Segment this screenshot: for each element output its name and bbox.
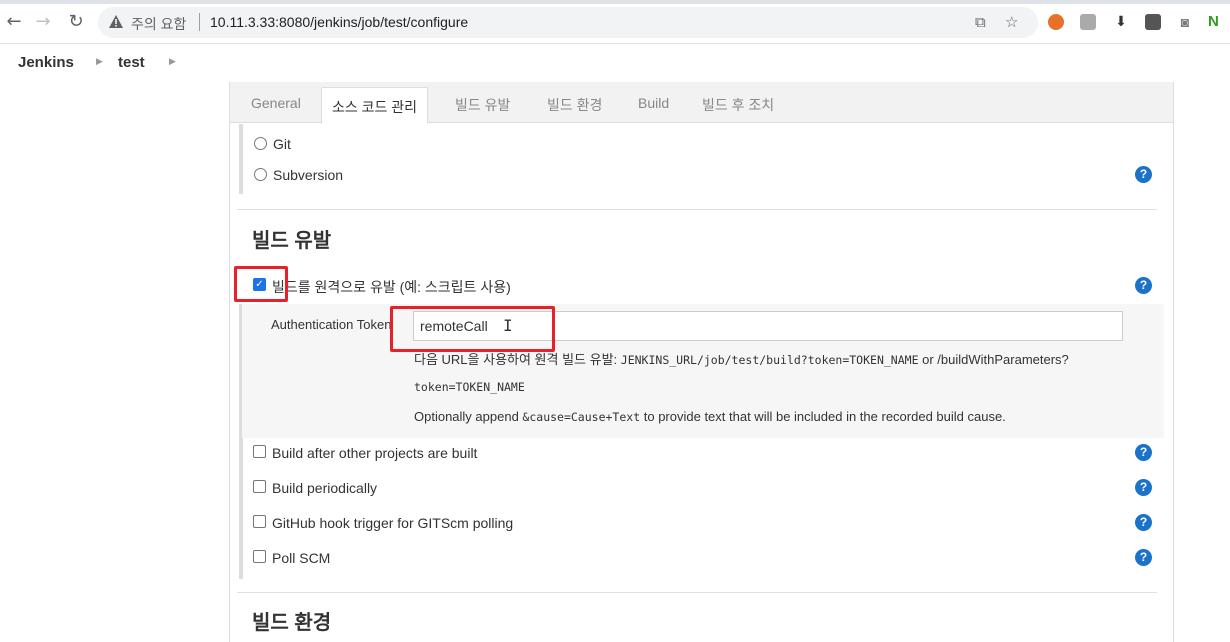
tab-post-build[interactable]: 빌드 후 조치 xyxy=(702,95,774,115)
hint-append-prefix: Optionally append xyxy=(414,409,523,424)
breadcrumb-arrow-icon[interactable]: ▶ xyxy=(96,57,103,67)
help-icon[interactable]: ? xyxy=(1135,166,1152,183)
github-hook-checkbox[interactable] xyxy=(253,515,266,528)
poll-scm-checkbox[interactable] xyxy=(253,550,266,563)
git-radio[interactable] xyxy=(254,137,267,150)
hint-token: token=TOKEN_NAME xyxy=(414,380,525,394)
git-label[interactable]: Git xyxy=(273,136,291,152)
auth-token-label: Authentication Token xyxy=(271,317,392,332)
highlight-box xyxy=(390,306,555,352)
config-tabbar: General 소스 코드 관리 빌드 유발 빌드 환경 Build 빌드 후 … xyxy=(230,82,1173,124)
subversion-radio[interactable] xyxy=(254,168,267,181)
hint-token-line: token=TOKEN_NAME xyxy=(414,379,525,394)
help-icon[interactable]: ? xyxy=(1135,444,1152,461)
breadcrumb-job[interactable]: test xyxy=(118,54,145,71)
back-icon[interactable]: ← xyxy=(4,12,24,32)
forward-icon[interactable]: → xyxy=(33,12,53,32)
github-hook-label[interactable]: GitHub hook trigger for GITScm polling xyxy=(272,515,513,531)
extension-n-icon[interactable]: N xyxy=(1208,14,1224,30)
hint-url: JENKINS_URL/job/test/build?token=TOKEN_N… xyxy=(620,353,919,367)
breadcrumb: Jenkins ▶ test ▶ xyxy=(0,44,1230,82)
translate-icon[interactable]: ⧉ xyxy=(975,13,986,31)
build-env-title: 빌드 환경 xyxy=(252,612,332,634)
hint-mid: or /buildWithParameters? xyxy=(918,352,1069,367)
build-periodically-label[interactable]: Build periodically xyxy=(272,480,377,496)
extension-orange-icon[interactable] xyxy=(1048,14,1064,30)
tab-strip-edge xyxy=(0,0,1230,4)
section-indent-bar xyxy=(239,124,243,194)
breadcrumb-jenkins[interactable]: Jenkins xyxy=(18,54,74,71)
build-triggers-title: 빌드 유발 xyxy=(252,230,332,252)
tab-build-triggers[interactable]: 빌드 유발 xyxy=(455,95,510,115)
hint-append-code: &cause=Cause+Text xyxy=(522,410,641,424)
build-after-other-label[interactable]: Build after other projects are built xyxy=(272,445,477,461)
extension-gray-icon[interactable] xyxy=(1080,14,1096,30)
warning-icon[interactable] xyxy=(108,14,124,30)
help-icon[interactable]: ? xyxy=(1135,549,1152,566)
divider xyxy=(237,209,1157,210)
tab-scm[interactable]: 소스 코드 관리 xyxy=(321,87,429,124)
bookmark-star-icon[interactable]: ☆ xyxy=(1005,13,1018,31)
camera-icon[interactable]: ◙ xyxy=(1177,14,1193,30)
remote-trigger-label[interactable]: 빌드를 원격으로 유발 (예: 스크립트 사용) xyxy=(272,277,511,297)
browser-toolbar: ← → ↻ 주의 요함 10.11.3.33:8080/jenkins/job/… xyxy=(0,0,1230,44)
breadcrumb-arrow-icon[interactable]: ▶ xyxy=(169,57,176,67)
divider xyxy=(237,592,1157,593)
help-icon[interactable]: ? xyxy=(1135,514,1152,531)
address-bar[interactable]: 주의 요함 10.11.3.33:8080/jenkins/job/test/c… xyxy=(98,7,1038,38)
hint-append-line: Optionally append &cause=Cause+Text to p… xyxy=(414,409,1006,424)
hint-prefix: 다음 URL을 사용하여 원격 빌드 유발: xyxy=(414,352,621,367)
subversion-label[interactable]: Subversion xyxy=(273,167,343,183)
security-warning-text[interactable]: 주의 요함 xyxy=(131,14,186,34)
help-icon[interactable]: ? xyxy=(1135,479,1152,496)
help-icon[interactable]: ? xyxy=(1135,277,1152,294)
url-text[interactable]: 10.11.3.33:8080/jenkins/job/test/configu… xyxy=(210,14,468,30)
divider xyxy=(199,13,200,31)
tab-build[interactable]: Build xyxy=(638,95,669,111)
build-after-other-checkbox[interactable] xyxy=(253,445,266,458)
poll-scm-label[interactable]: Poll SCM xyxy=(272,550,330,566)
extension-dark-icon[interactable] xyxy=(1145,14,1161,30)
config-panel: General 소스 코드 관리 빌드 유발 빌드 환경 Build 빌드 후 … xyxy=(229,82,1174,642)
build-periodically-checkbox[interactable] xyxy=(253,480,266,493)
reload-icon[interactable]: ↻ xyxy=(66,12,86,32)
highlight-box xyxy=(234,266,288,302)
tab-build-env[interactable]: 빌드 환경 xyxy=(547,95,602,115)
hint-append-suffix: to provide text that will be included in… xyxy=(640,409,1006,424)
tab-general[interactable]: General xyxy=(251,95,301,111)
download-extension-icon[interactable]: ⬇ xyxy=(1113,14,1129,30)
